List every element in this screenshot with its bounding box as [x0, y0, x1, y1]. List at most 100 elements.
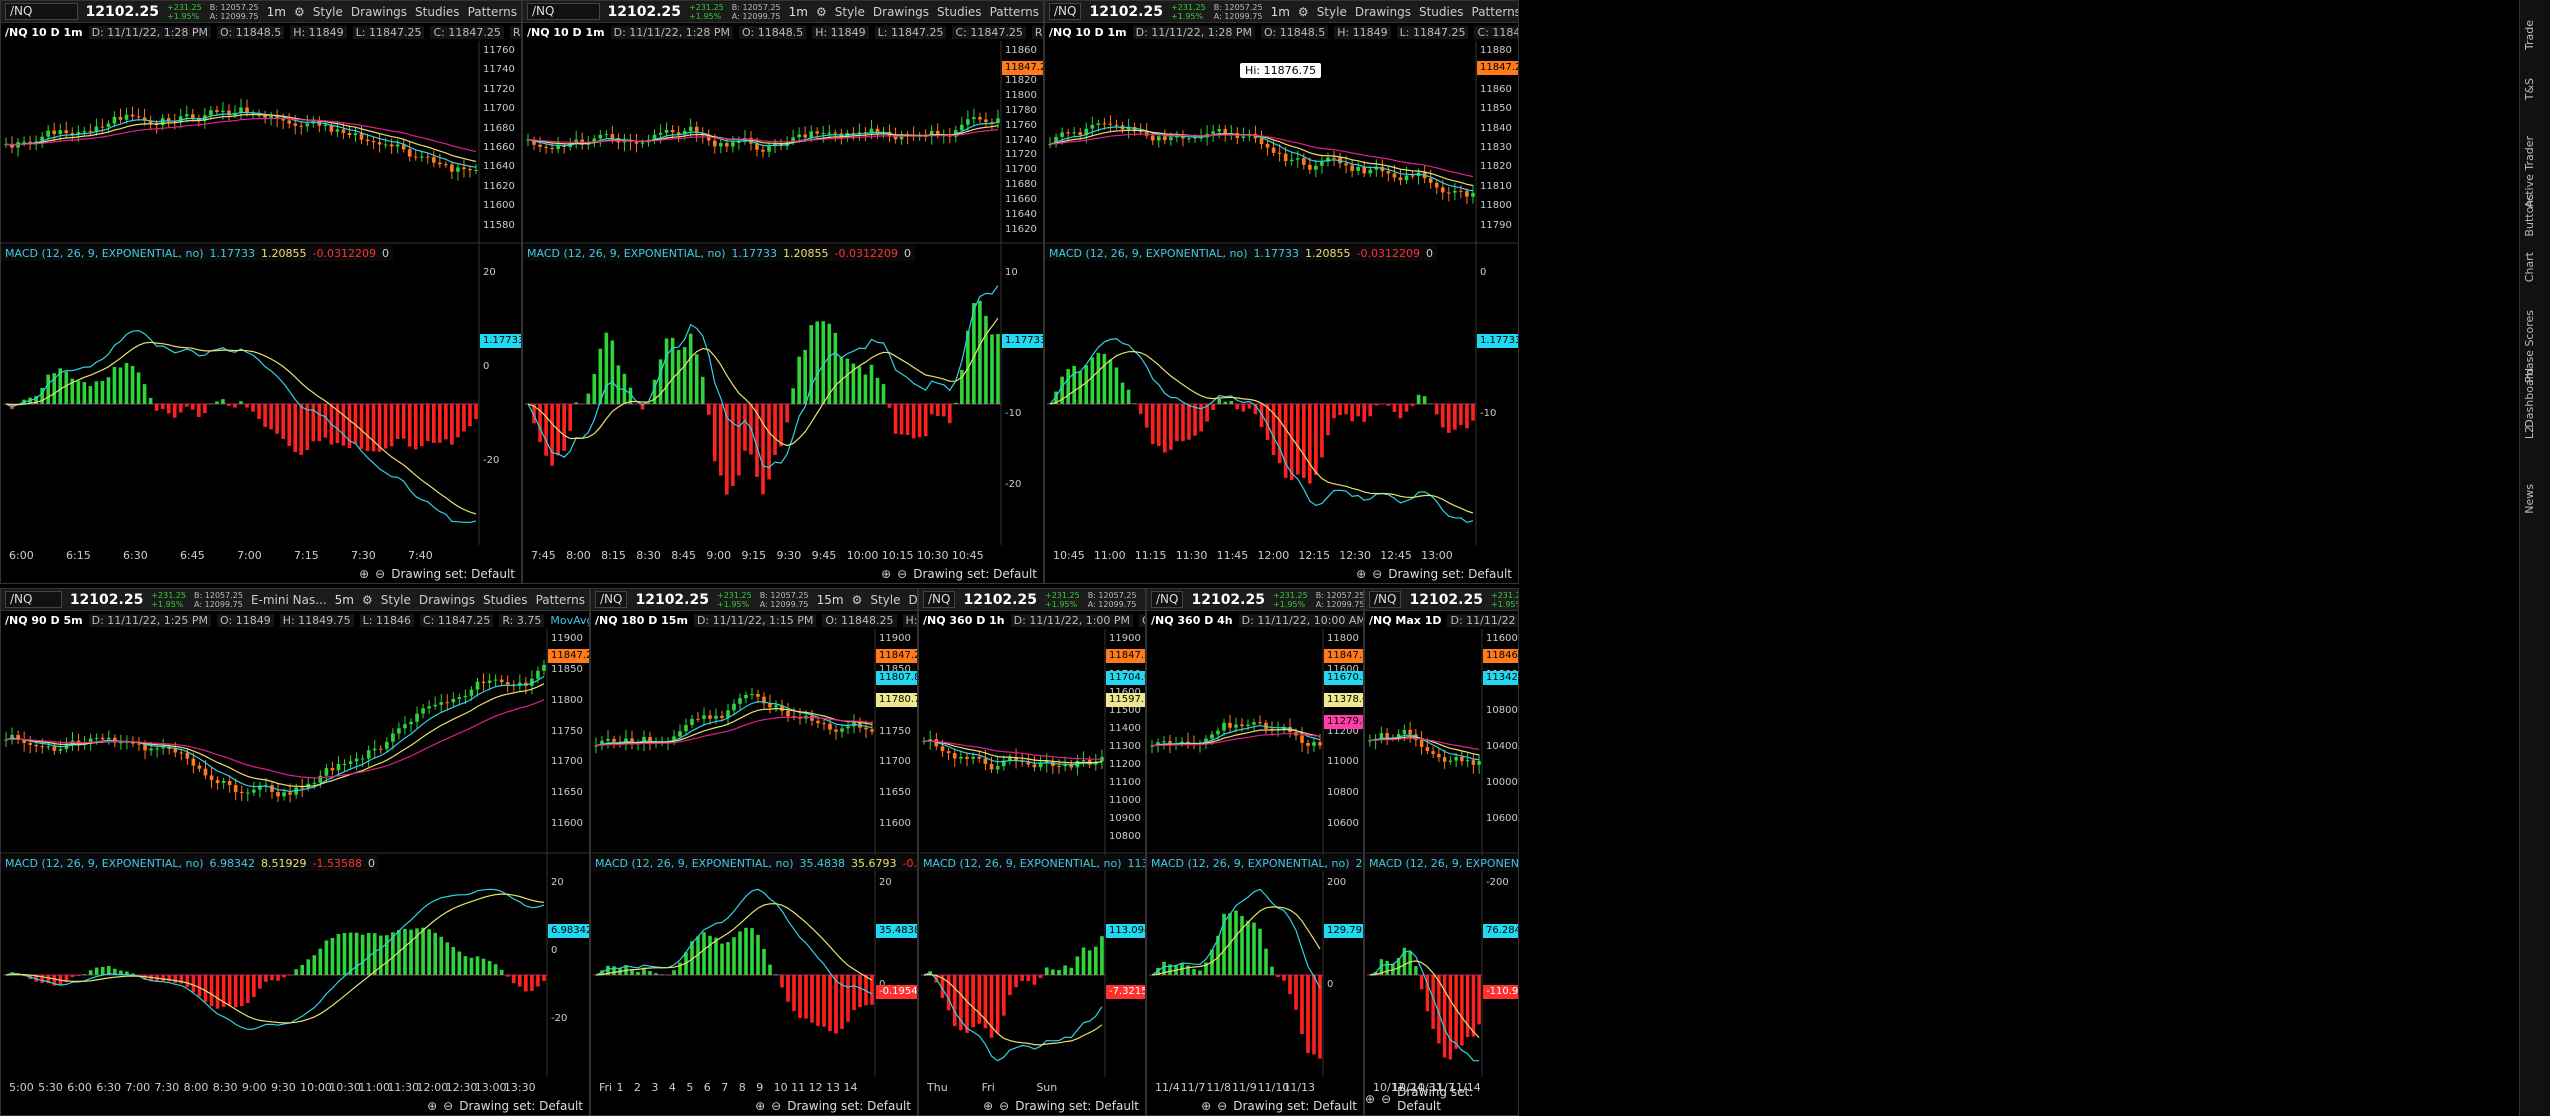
macd-histogram-bar — [803, 349, 807, 404]
macd-histogram-bar — [299, 404, 304, 455]
time-axis-label: Thu — [927, 1081, 948, 1094]
drawing-set-label[interactable]: Drawing set: Default — [459, 1099, 583, 1113]
price-tag: 11342.86 — [1483, 671, 1518, 685]
macd-histogram-bar — [148, 397, 153, 404]
drawing-set-label[interactable]: Drawing set: Default — [1015, 1099, 1139, 1113]
macd-histogram-bar — [258, 975, 262, 989]
price-axis-label: 10900 — [1109, 813, 1141, 824]
macd-histogram-bar — [1471, 404, 1475, 421]
candle — [1216, 730, 1220, 735]
zoom-in-icon[interactable]: ⊕ — [1356, 567, 1366, 581]
macd-histogram-bar — [917, 404, 922, 438]
candle — [341, 129, 346, 134]
candle — [389, 144, 394, 147]
macd-histogram-bar — [130, 365, 135, 404]
sidebar-tab-buttons[interactable]: Buttons — [2523, 194, 2547, 237]
macd-histogram-bar — [654, 973, 658, 975]
price-axis-label: 11790 — [1480, 219, 1512, 231]
candle — [94, 737, 99, 739]
macd-histogram-bar — [774, 974, 778, 975]
candle — [1271, 147, 1276, 153]
candle — [52, 130, 57, 135]
sidebar-tab-trade[interactable]: Trade — [2523, 20, 2547, 50]
time-axis-label: 9:00 — [706, 549, 732, 562]
chart-canvas[interactable] — [1, 1, 522, 584]
macd-tag: 1.17733 — [1477, 333, 1518, 348]
candle — [1425, 746, 1430, 752]
macd-line-0 — [5, 329, 477, 524]
candle — [323, 124, 328, 126]
drawing-set-label[interactable]: Drawing set: Default — [1397, 1085, 1512, 1113]
price-axis-label: 11700 — [483, 103, 515, 115]
macd-histogram-bar — [82, 382, 87, 404]
zoom-out-icon[interactable]: ⊖ — [443, 1099, 453, 1113]
macd-line-0 — [923, 972, 1103, 1062]
chart-canvas[interactable] — [591, 589, 918, 1116]
sidebar-tab-t-s[interactable]: T&S — [2523, 78, 2547, 100]
time-axis-label: 8:30 — [636, 549, 661, 562]
candle — [366, 750, 371, 759]
zoom-out-icon[interactable]: ⊖ — [999, 1099, 1009, 1113]
zoom-out-icon[interactable]: ⊖ — [1372, 567, 1382, 581]
candle — [1431, 751, 1435, 755]
chart-canvas[interactable] — [1045, 1, 1519, 584]
zoom-out-icon[interactable]: ⊖ — [1381, 1092, 1391, 1106]
candle — [744, 694, 748, 699]
zoom-in-icon[interactable]: ⊕ — [1365, 1092, 1375, 1106]
sidebar-tab-dashboard[interactable]: Dashboard — [2523, 368, 2547, 428]
zoom-in-icon[interactable]: ⊕ — [359, 567, 369, 581]
zoom-out-icon[interactable]: ⊖ — [1217, 1099, 1227, 1113]
drawing-set-bar: ⊕ ⊖ Drawing set: Default — [359, 567, 515, 581]
macd-histogram-bar — [682, 347, 687, 404]
macd-value: 6.98342 — [209, 856, 256, 870]
macd-histogram-bar — [197, 975, 202, 997]
macd-axis-label: -200 — [1486, 877, 1509, 888]
sidebar-tab-chart[interactable]: Chart — [2523, 252, 2547, 282]
macd-histogram-bar — [1102, 353, 1107, 404]
price-axis-label: 10000 — [1486, 777, 1518, 788]
candle — [421, 708, 425, 714]
macd-histogram-bar — [1344, 404, 1348, 415]
time-axis-label: 7:00 — [237, 549, 262, 562]
ema-line-0 — [5, 675, 545, 793]
candle — [1090, 124, 1095, 129]
candle — [136, 116, 141, 118]
drawing-set-label[interactable]: Drawing set: Default — [1233, 1099, 1357, 1113]
zoom-out-icon[interactable]: ⊖ — [897, 567, 907, 581]
candle — [82, 131, 87, 133]
macd-histogram-bar — [118, 367, 123, 404]
zoom-in-icon[interactable]: ⊕ — [881, 567, 891, 581]
drawing-set-label[interactable]: Drawing set: Default — [391, 567, 515, 581]
macd-histogram-bar — [792, 975, 796, 1012]
macd-histogram-bar — [1020, 975, 1025, 981]
zoom-in-icon[interactable]: ⊕ — [427, 1099, 437, 1113]
sidebar-tab-l2[interactable]: L2 — [2523, 426, 2547, 439]
candle — [330, 768, 335, 771]
candle — [88, 131, 93, 133]
zoom-out-icon[interactable]: ⊖ — [375, 567, 385, 581]
candle — [385, 741, 389, 749]
macd-histogram-bar — [70, 975, 75, 978]
price-axis-label: 10800 — [1109, 831, 1141, 842]
candle — [1392, 173, 1397, 178]
macd-histogram-bar — [804, 975, 808, 1019]
price-tag: 11847.25 — [876, 649, 917, 663]
drawing-set-label[interactable]: Drawing set: Default — [787, 1099, 911, 1113]
zoom-in-icon[interactable]: ⊕ — [983, 1099, 993, 1113]
macd-histogram-bar — [1252, 922, 1256, 975]
price-axis-label: 11830 — [1480, 142, 1512, 153]
zoom-in-icon[interactable]: ⊕ — [755, 1099, 765, 1113]
chart-canvas[interactable] — [523, 1, 1044, 584]
candle — [1289, 159, 1294, 162]
drawing-set-label[interactable]: Drawing set: Default — [1388, 567, 1512, 581]
macd-label: MACD (12, 26, 9, EXPONENTIAL, no) — [1049, 246, 1248, 260]
zoom-in-icon[interactable]: ⊕ — [1201, 1099, 1211, 1113]
macd-histogram-bar — [1301, 404, 1306, 478]
drawing-set-label[interactable]: Drawing set: Default — [913, 567, 1037, 581]
zoom-out-icon[interactable]: ⊖ — [771, 1099, 781, 1113]
macd-value: 1.17733 — [209, 246, 256, 260]
sidebar-tab-news[interactable]: News — [2523, 484, 2547, 514]
chart-canvas[interactable] — [1, 589, 590, 1116]
candle — [221, 780, 226, 783]
time-axis-label: 11/9 — [1232, 1081, 1257, 1094]
